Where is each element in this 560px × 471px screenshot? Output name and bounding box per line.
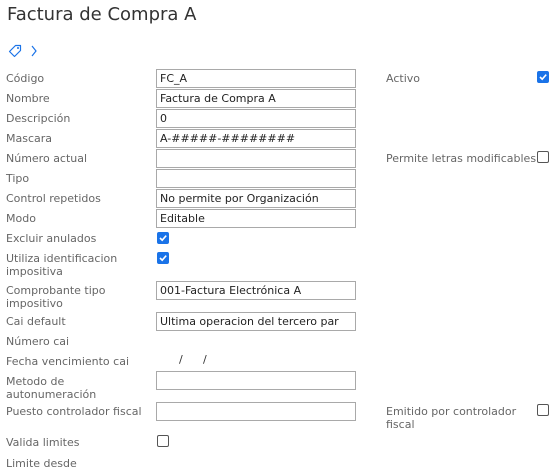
permite-letras-label: Permite letras modificables xyxy=(386,152,537,165)
utiliza-identificacion-checkbox[interactable] xyxy=(157,252,169,264)
tipo-field[interactable] xyxy=(156,169,356,188)
tag-icon[interactable] xyxy=(8,44,22,58)
modo-select[interactable]: Editable xyxy=(156,209,356,228)
excluir-anulados-checkbox[interactable] xyxy=(157,232,169,244)
codigo-label: Código xyxy=(6,72,45,85)
metodo-autonumeracion-field[interactable] xyxy=(156,371,356,390)
utiliza-identificacion-label-line2: impositiva xyxy=(6,265,63,278)
fecha-vencimiento-cai-label: Fecha vencimiento cai xyxy=(6,355,129,368)
comprobante-tipo-label-line1: Comprobante tipo xyxy=(6,284,106,297)
mascara-label: Mascara xyxy=(6,132,53,145)
modo-label: Modo xyxy=(6,212,36,225)
emitido-controlador-label: Emitido por controlador fiscal xyxy=(386,405,516,431)
comprobante-tipo-label: Comprobante tipo impositivo xyxy=(6,284,146,310)
numero-actual-field[interactable] xyxy=(156,149,356,168)
metodo-autonumeracion-label: Metodo de autonumeración xyxy=(6,375,146,401)
metodo-autonumeracion-label-line1: Metodo de xyxy=(6,375,65,388)
emitido-controlador-label-line2: fiscal xyxy=(386,418,415,431)
codigo-field[interactable]: FC_A xyxy=(156,69,356,88)
control-repetidos-select[interactable]: No permite por Organización xyxy=(156,189,356,208)
mascara-field[interactable]: A-#####-######## xyxy=(156,129,356,148)
nombre-field[interactable]: Factura de Compra A xyxy=(156,89,356,108)
chevron-right-icon[interactable] xyxy=(30,44,38,58)
date-separator: / xyxy=(179,353,183,366)
numero-cai-label: Número cai xyxy=(6,335,70,348)
toolbar xyxy=(8,42,38,60)
descripcion-label: Descripción xyxy=(6,112,71,125)
page-title: Factura de Compra A xyxy=(7,4,197,25)
limite-desde-label: Limite desde xyxy=(6,457,77,470)
utiliza-identificacion-label: Utiliza identificacion impositiva xyxy=(6,252,146,278)
tipo-label: Tipo xyxy=(6,172,30,185)
cai-default-label: Cai default xyxy=(6,315,66,328)
excluir-anulados-label: Excluir anulados xyxy=(6,232,97,245)
metodo-autonumeracion-label-line2: autonumeración xyxy=(6,388,97,401)
nombre-label: Nombre xyxy=(6,92,50,105)
utiliza-identificacion-label-line1: Utiliza identificacion xyxy=(6,252,118,265)
emitido-controlador-checkbox[interactable] xyxy=(537,404,549,416)
valida-limites-checkbox[interactable] xyxy=(157,435,169,447)
puesto-controlador-label: Puesto controlador fiscal xyxy=(6,405,142,418)
descripcion-field[interactable]: 0 xyxy=(156,109,356,128)
emitido-controlador-label-line1: Emitido por controlador xyxy=(386,405,517,418)
activo-label: Activo xyxy=(386,72,420,85)
date-separator: / xyxy=(203,353,207,366)
activo-checkbox[interactable] xyxy=(537,71,549,83)
valida-limites-label: Valida limites xyxy=(6,436,80,449)
puesto-controlador-field[interactable] xyxy=(156,402,356,421)
control-repetidos-label: Control repetidos xyxy=(6,192,101,205)
cai-default-select[interactable]: Ultima operacion del tercero par xyxy=(156,312,356,331)
numero-actual-label: Número actual xyxy=(6,152,88,165)
comprobante-tipo-select[interactable]: 001-Factura Electrónica A xyxy=(156,281,356,300)
permite-letras-checkbox[interactable] xyxy=(537,151,549,163)
comprobante-tipo-label-line2: impositivo xyxy=(6,297,63,310)
